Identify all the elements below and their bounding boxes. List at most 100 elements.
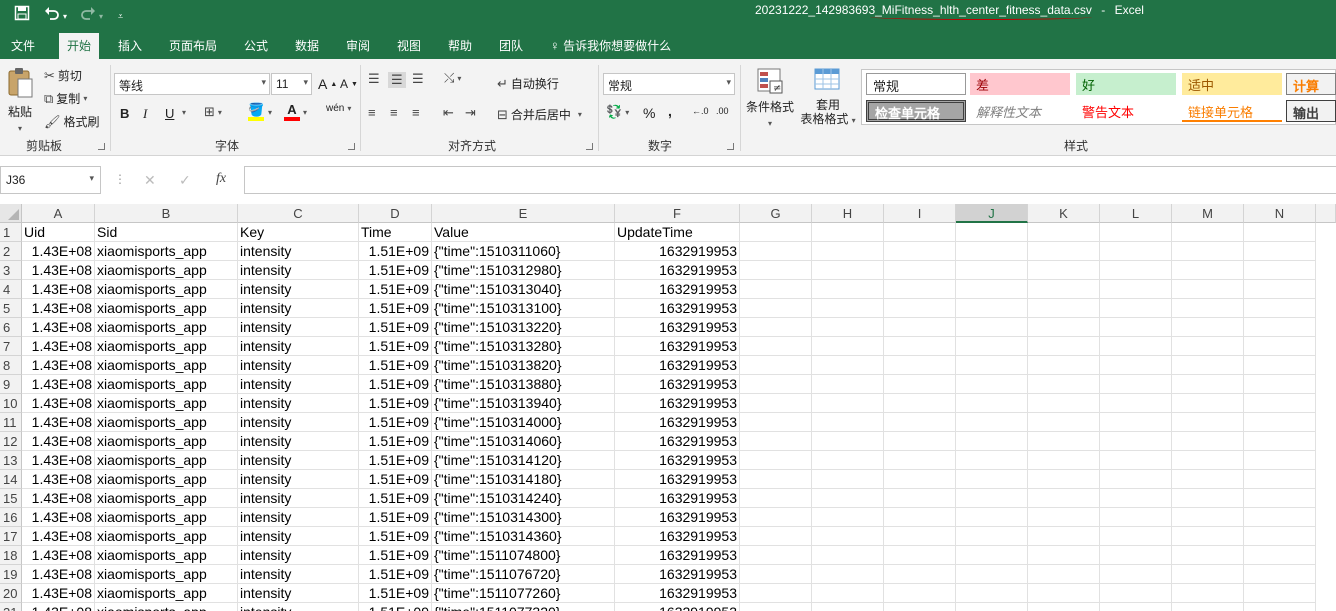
- empty-cell[interactable]: [1100, 375, 1172, 394]
- empty-cell[interactable]: [1172, 394, 1244, 413]
- empty-cell[interactable]: [956, 337, 1028, 356]
- data-cell[interactable]: {"time":1510314000}: [432, 413, 615, 432]
- data-cell[interactable]: 1.51E+09: [359, 394, 432, 413]
- style-good[interactable]: 好: [1076, 73, 1176, 95]
- column-header-g[interactable]: G: [740, 204, 812, 223]
- empty-cell[interactable]: [1100, 470, 1172, 489]
- accounting-format-button[interactable]: 💱 ▾: [606, 105, 629, 119]
- empty-cell[interactable]: [1100, 356, 1172, 375]
- data-cell[interactable]: intensity: [238, 394, 359, 413]
- data-cell[interactable]: intensity: [238, 584, 359, 603]
- empty-cell[interactable]: [740, 261, 812, 280]
- empty-cell[interactable]: [812, 489, 884, 508]
- empty-cell[interactable]: [1028, 489, 1100, 508]
- underline-dropdown-icon[interactable]: ▾: [182, 108, 186, 117]
- align-right-button[interactable]: ≡: [412, 106, 420, 120]
- empty-cell[interactable]: [1172, 508, 1244, 527]
- empty-cell[interactable]: [1100, 451, 1172, 470]
- row-header[interactable]: 18: [0, 546, 22, 565]
- header-cell[interactable]: Uid: [22, 223, 95, 242]
- empty-cell[interactable]: [1244, 299, 1316, 318]
- data-cell[interactable]: intensity: [238, 527, 359, 546]
- empty-cell[interactable]: [1172, 603, 1244, 611]
- data-cell[interactable]: {"time":1510313880}: [432, 375, 615, 394]
- data-cell[interactable]: 1632919953: [615, 242, 740, 261]
- data-cell[interactable]: 1.51E+09: [359, 356, 432, 375]
- empty-cell[interactable]: [812, 432, 884, 451]
- empty-cell[interactable]: [1172, 584, 1244, 603]
- data-cell[interactable]: xiaomisports_app: [95, 565, 238, 584]
- empty-cell[interactable]: [1028, 584, 1100, 603]
- empty-cell[interactable]: [1172, 318, 1244, 337]
- empty-cell[interactable]: [1172, 413, 1244, 432]
- data-cell[interactable]: 1.51E+09: [359, 318, 432, 337]
- phonetic-button[interactable]: wén ▾: [326, 103, 351, 114]
- data-cell[interactable]: 1.51E+09: [359, 337, 432, 356]
- empty-cell[interactable]: [1028, 394, 1100, 413]
- data-cell[interactable]: xiaomisports_app: [95, 242, 238, 261]
- empty-cell[interactable]: [740, 299, 812, 318]
- empty-cell[interactable]: [956, 299, 1028, 318]
- data-cell[interactable]: 1632919953: [615, 356, 740, 375]
- data-cell[interactable]: 1632919953: [615, 413, 740, 432]
- fill-dropdown-icon[interactable]: ▾: [268, 108, 272, 117]
- data-cell[interactable]: 1.51E+09: [359, 546, 432, 565]
- row-header[interactable]: 13: [0, 451, 22, 470]
- customize-icon[interactable]: ⩡: [118, 8, 123, 24]
- empty-cell[interactable]: [1244, 223, 1316, 242]
- data-cell[interactable]: 1.51E+09: [359, 375, 432, 394]
- data-cell[interactable]: 1.43E+08: [22, 527, 95, 546]
- empty-cell[interactable]: [884, 546, 956, 565]
- data-cell[interactable]: {"time":1510314360}: [432, 527, 615, 546]
- empty-cell[interactable]: [1244, 432, 1316, 451]
- empty-cell[interactable]: [884, 470, 956, 489]
- empty-cell[interactable]: [1172, 470, 1244, 489]
- empty-cell[interactable]: [812, 470, 884, 489]
- empty-cell[interactable]: [812, 261, 884, 280]
- empty-cell[interactable]: [884, 261, 956, 280]
- data-cell[interactable]: {"time":1511076720}: [432, 565, 615, 584]
- empty-cell[interactable]: [1244, 546, 1316, 565]
- data-cell[interactable]: 1.51E+09: [359, 261, 432, 280]
- data-cell[interactable]: 1.43E+08: [22, 470, 95, 489]
- column-header-c[interactable]: C: [238, 204, 359, 223]
- style-linked-cell[interactable]: 链接单元格: [1182, 100, 1282, 122]
- column-header-partial[interactable]: [1316, 204, 1336, 223]
- shrink-font-button[interactable]: A ▼: [340, 77, 358, 91]
- row-header[interactable]: 12: [0, 432, 22, 451]
- empty-cell[interactable]: [1244, 565, 1316, 584]
- data-cell[interactable]: intensity: [238, 337, 359, 356]
- data-cell[interactable]: 1632919953: [615, 565, 740, 584]
- style-check-cell[interactable]: 检查单元格: [866, 100, 966, 122]
- data-cell[interactable]: intensity: [238, 470, 359, 489]
- empty-cell[interactable]: [1172, 489, 1244, 508]
- tab-help[interactable]: 帮助: [448, 37, 472, 54]
- empty-cell[interactable]: [1172, 261, 1244, 280]
- align-left-button[interactable]: ≡: [368, 106, 376, 120]
- empty-cell[interactable]: [956, 394, 1028, 413]
- empty-cell[interactable]: [1172, 565, 1244, 584]
- data-cell[interactable]: 1.51E+09: [359, 584, 432, 603]
- data-cell[interactable]: 1.43E+08: [22, 413, 95, 432]
- empty-cell[interactable]: [884, 337, 956, 356]
- data-cell[interactable]: xiaomisports_app: [95, 432, 238, 451]
- row-header[interactable]: 6: [0, 318, 22, 337]
- empty-cell[interactable]: [884, 489, 956, 508]
- column-header-i[interactable]: I: [884, 204, 956, 223]
- format-painter-button[interactable]: 🖌 格式刷: [44, 113, 100, 130]
- empty-cell[interactable]: [812, 565, 884, 584]
- data-cell[interactable]: 1632919953: [615, 299, 740, 318]
- empty-cell[interactable]: [1100, 546, 1172, 565]
- empty-cell[interactable]: [1028, 375, 1100, 394]
- empty-cell[interactable]: [1028, 565, 1100, 584]
- empty-cell[interactable]: [740, 527, 812, 546]
- tab-home[interactable]: 开始: [59, 33, 100, 59]
- data-cell[interactable]: {"time":1510314300}: [432, 508, 615, 527]
- empty-cell[interactable]: [1172, 527, 1244, 546]
- empty-cell[interactable]: [1100, 280, 1172, 299]
- font-size-select[interactable]: 11 ▾: [271, 73, 312, 95]
- data-cell[interactable]: {"time":1510313280}: [432, 337, 615, 356]
- empty-cell[interactable]: [1028, 432, 1100, 451]
- header-cell[interactable]: Key: [238, 223, 359, 242]
- align-top-button[interactable]: ☰: [368, 72, 380, 86]
